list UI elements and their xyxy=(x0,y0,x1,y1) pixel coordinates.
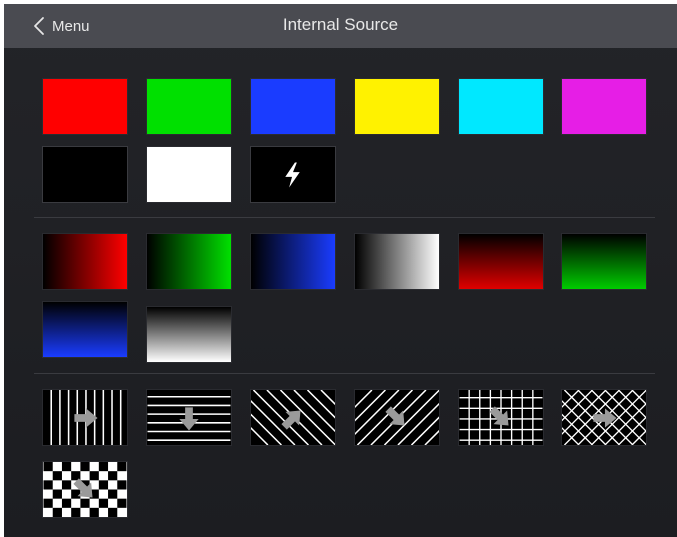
pattern-diagonal-lines-down-tile[interactable] xyxy=(354,389,440,446)
back-menu-button[interactable]: Menu xyxy=(32,14,90,38)
title-bar: Internal Source Menu xyxy=(4,4,677,48)
pattern-crosshatch-tile[interactable] xyxy=(561,389,647,446)
horizontal-lines-pattern xyxy=(147,395,231,441)
pattern-horizontal-lines-tile[interactable] xyxy=(146,389,232,446)
solid-cyan-tile[interactable] xyxy=(458,78,544,135)
gradient-blue-horizontal-tile[interactable] xyxy=(250,233,336,290)
diagonal-lines-up-pattern xyxy=(251,390,335,445)
arrow-down-icon xyxy=(179,407,199,431)
checkerboard-pattern xyxy=(43,462,127,517)
diagonal-lines-down-pattern xyxy=(355,390,439,445)
crosshatch-pattern xyxy=(562,390,646,445)
solid-blue-tile[interactable] xyxy=(250,78,336,135)
internal-source-window: Internal Source Menu xyxy=(4,4,677,537)
solid-green-tile[interactable] xyxy=(146,78,232,135)
lightning-tile[interactable] xyxy=(250,146,336,203)
lightning-icon xyxy=(285,162,300,188)
solid-yellow-tile[interactable] xyxy=(354,78,440,135)
back-menu-label: Menu xyxy=(52,17,90,35)
pattern-diagonal-lines-up-tile[interactable] xyxy=(250,389,336,446)
gradient-blue-vertical-tile[interactable] xyxy=(42,301,128,358)
section-divider xyxy=(34,217,655,218)
chevron-left-icon xyxy=(34,17,44,35)
pattern-vertical-lines-tile[interactable] xyxy=(42,389,128,446)
pattern-checkerboard-tile[interactable] xyxy=(42,461,128,518)
solid-white-tile[interactable] xyxy=(146,146,232,203)
pattern-grid-tile[interactable] xyxy=(458,389,544,446)
gradient-gray-horizontal-tile[interactable] xyxy=(354,233,440,290)
solid-red-tile[interactable] xyxy=(42,78,128,135)
solid-black-tile[interactable] xyxy=(42,146,128,203)
grid-pattern xyxy=(459,390,543,445)
gradient-red-horizontal-tile[interactable] xyxy=(42,233,128,290)
gradient-green-vertical-tile[interactable] xyxy=(561,233,647,290)
section-divider xyxy=(34,373,655,374)
gradient-red-vertical-tile[interactable] xyxy=(458,233,544,290)
page-title: Internal Source xyxy=(282,15,399,34)
gradient-green-horizontal-tile[interactable] xyxy=(146,233,232,290)
solid-magenta-tile[interactable] xyxy=(561,78,647,135)
gradient-gray-vertical-tile[interactable] xyxy=(146,306,232,363)
vertical-lines-pattern xyxy=(50,390,122,445)
